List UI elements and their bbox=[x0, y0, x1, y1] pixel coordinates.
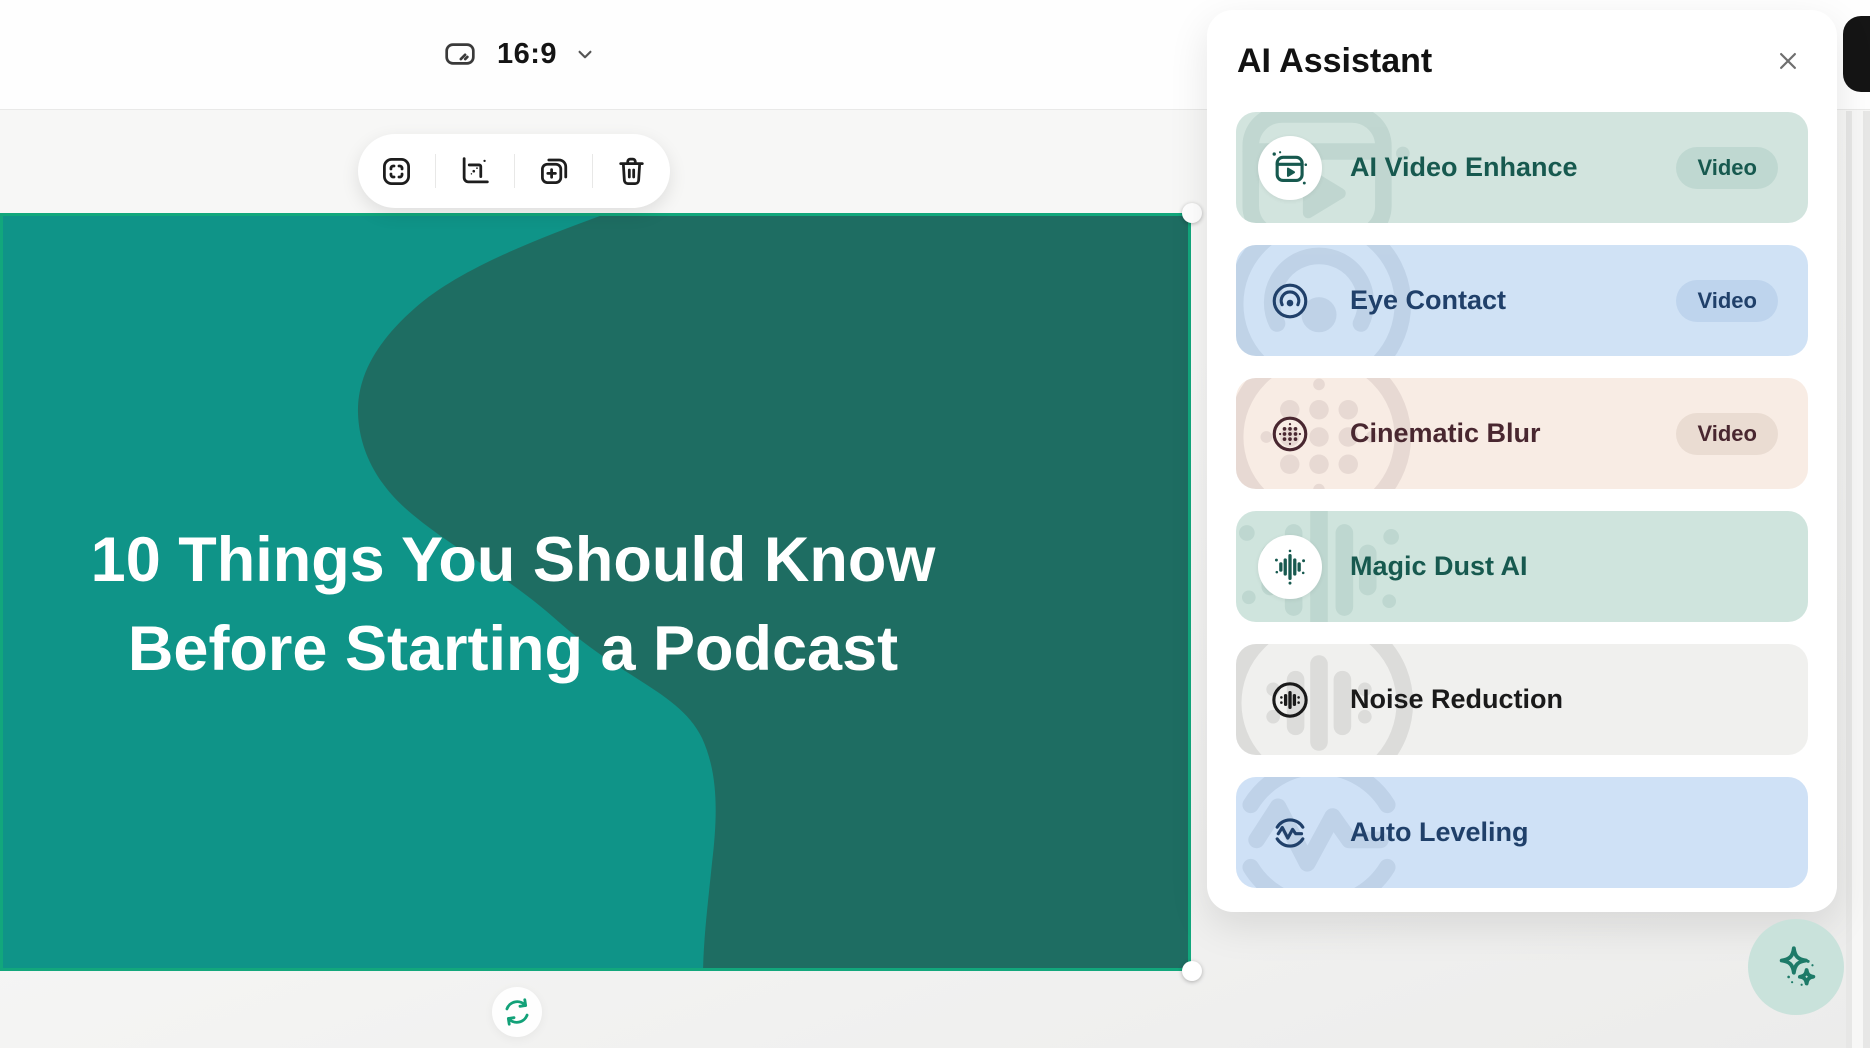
slide-title-line2: Before Starting a Podcast bbox=[3, 605, 1023, 694]
trash-icon bbox=[614, 154, 649, 189]
delete-button[interactable] bbox=[599, 139, 663, 203]
panel-header: AI Assistant bbox=[1207, 10, 1837, 106]
right-scrollbar-track[interactable] bbox=[1846, 111, 1870, 1048]
assistant-item[interactable]: Auto Leveling bbox=[1236, 777, 1808, 888]
assistant-item-label: Auto Leveling bbox=[1350, 817, 1778, 848]
close-panel-button[interactable] bbox=[1765, 38, 1811, 84]
assistant-item[interactable]: Eye Contact Video bbox=[1236, 245, 1808, 356]
duplicate-icon bbox=[536, 154, 571, 189]
toolbar-divider bbox=[514, 154, 515, 188]
assistant-item-label: AI Video Enhance bbox=[1350, 152, 1648, 183]
duplicate-button[interactable] bbox=[521, 139, 585, 203]
regenerate-button[interactable] bbox=[492, 987, 542, 1037]
assistant-item[interactable]: Cinematic Blur Video bbox=[1236, 378, 1808, 489]
magic-dust-icon bbox=[1258, 535, 1322, 599]
assistant-item-badge: Video bbox=[1676, 280, 1778, 322]
assistant-item[interactable]: AI Video Enhance Video bbox=[1236, 112, 1808, 223]
assistant-item-label: Eye Contact bbox=[1350, 285, 1648, 316]
app-window: 16:9 10 Things You Should Know Before St… bbox=[0, 0, 1870, 1048]
aspect-ratio-value: 16:9 bbox=[497, 38, 557, 71]
toolbar-divider bbox=[592, 154, 593, 188]
aspect-ratio-selector[interactable]: 16:9 bbox=[430, 22, 606, 86]
slide-title[interactable]: 10 Things You Should Know Before Startin… bbox=[3, 516, 1023, 694]
assistant-item-label: Magic Dust AI bbox=[1350, 551, 1778, 582]
toolbar-divider bbox=[435, 154, 436, 188]
eye-contact-icon bbox=[1258, 269, 1322, 333]
assistant-item[interactable]: Noise Reduction bbox=[1236, 644, 1808, 755]
canvas-toolbar bbox=[358, 134, 670, 208]
partial-dark-button[interactable] bbox=[1843, 16, 1870, 92]
auto-leveling-icon bbox=[1258, 801, 1322, 865]
ai-video-enhance-icon bbox=[1258, 136, 1322, 200]
assistant-item[interactable]: Magic Dust AI bbox=[1236, 511, 1808, 622]
fit-frame-icon bbox=[379, 154, 414, 189]
assistant-item-badge: Video bbox=[1676, 147, 1778, 189]
canvas-aspect-icon bbox=[438, 37, 482, 71]
smart-crop-button[interactable] bbox=[443, 139, 507, 203]
assistant-item-badge: Video bbox=[1676, 413, 1778, 455]
chevron-down-icon bbox=[572, 41, 598, 67]
selection-handle-top-right[interactable] bbox=[1182, 203, 1202, 223]
assistant-item-list: AI Video Enhance Video Eye Contact Video… bbox=[1207, 106, 1837, 888]
panel-title: AI Assistant bbox=[1237, 42, 1432, 81]
smart-crop-icon bbox=[457, 154, 492, 189]
ai-assistant-panel: AI Assistant AI Video Enhance Video Eye … bbox=[1207, 10, 1837, 912]
scrollbar-groove bbox=[1852, 111, 1863, 1048]
cinematic-blur-icon bbox=[1258, 402, 1322, 466]
close-icon bbox=[1773, 46, 1803, 76]
assistant-item-label: Cinematic Blur bbox=[1350, 418, 1648, 449]
slide-title-line1: 10 Things You Should Know bbox=[3, 516, 1023, 605]
assistant-item-label: Noise Reduction bbox=[1350, 684, 1778, 715]
fit-frame-button[interactable] bbox=[365, 139, 429, 203]
refresh-icon bbox=[500, 995, 534, 1029]
noise-reduction-icon bbox=[1258, 668, 1322, 732]
canvas-slide[interactable]: 10 Things You Should Know Before Startin… bbox=[0, 213, 1191, 971]
ai-assistant-fab[interactable] bbox=[1748, 919, 1844, 1015]
sparkles-icon bbox=[1770, 941, 1822, 993]
selection-handle-bottom-right[interactable] bbox=[1182, 961, 1202, 981]
